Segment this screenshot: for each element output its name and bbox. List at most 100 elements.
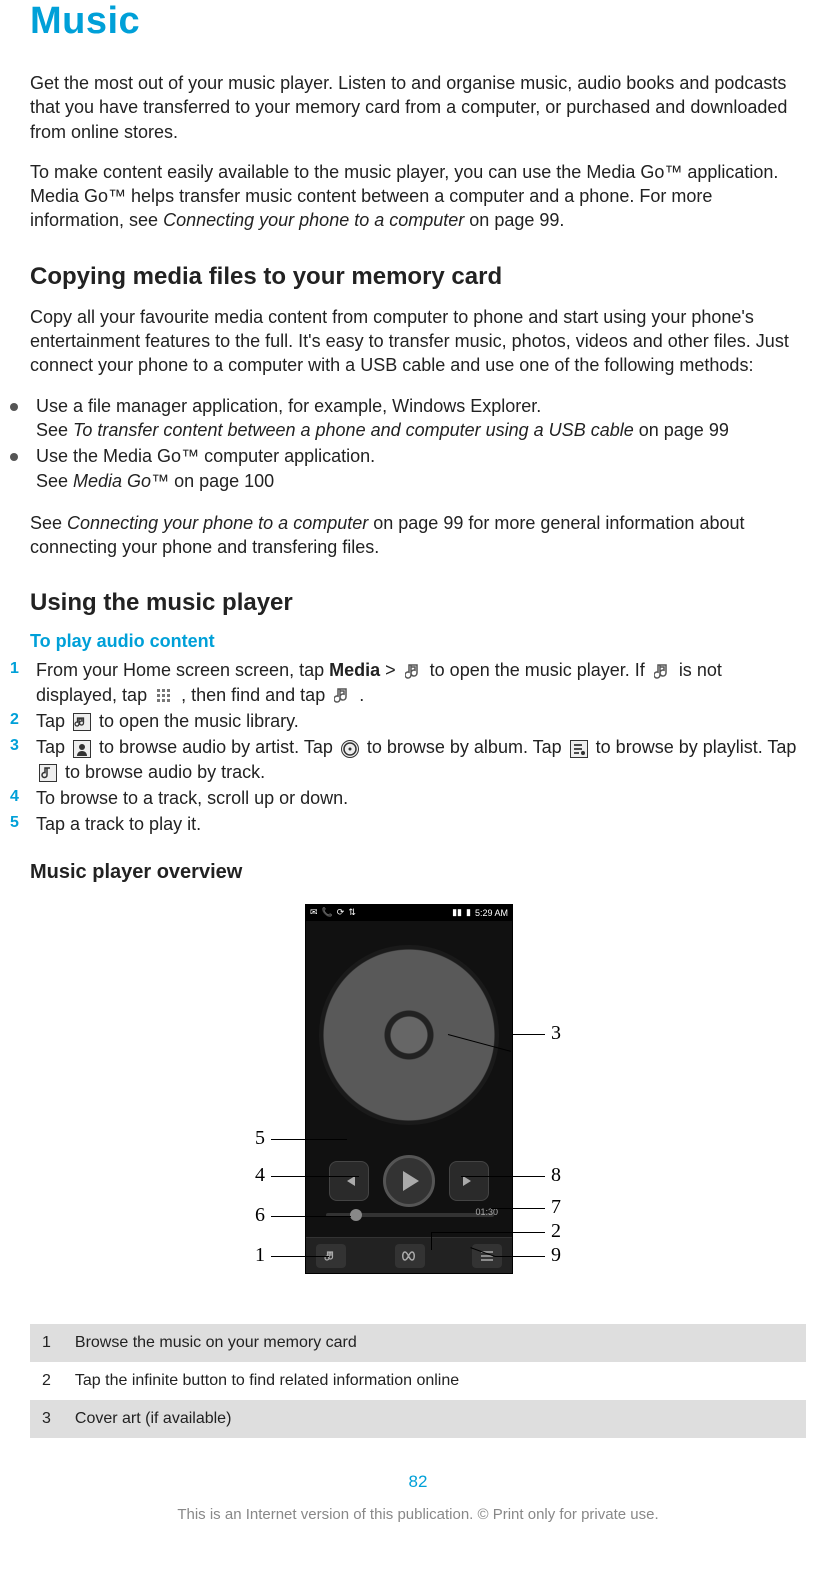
bullet-1-reference: To transfer content between a phone and …: [73, 420, 634, 440]
music-note-icon: [332, 686, 352, 706]
play-audio-subheading: To play audio content: [30, 631, 806, 652]
step-4: 4 To browse to a track, scroll up or dow…: [10, 786, 806, 810]
step-1-e: , then find and tap: [181, 685, 330, 705]
callout-line: [491, 1208, 545, 1209]
after-text-a: See: [30, 513, 67, 533]
step-1-a: From your Home screen screen, tap: [36, 660, 329, 680]
cover-art-disc: [319, 945, 499, 1125]
legend-num-3: 3: [30, 1400, 63, 1438]
bullet-1-line2a: See: [36, 420, 73, 440]
after-reference: Connecting your phone to a computer: [67, 513, 368, 533]
bottom-bar: [306, 1237, 512, 1273]
progress-bar: [326, 1213, 494, 1217]
artist-icon: [72, 739, 92, 759]
step-1: 1 From your Home screen screen, tap Medi…: [10, 658, 806, 707]
page-number: 82: [30, 1472, 806, 1492]
step-marker-2: 2: [10, 709, 28, 729]
phone-screen: ✉ 📞 ⟳ ⇅ ▮▮ ▮ 5:29 AM: [305, 904, 513, 1274]
callout-line: [513, 1034, 545, 1035]
music-player-diagram: ✉ 📞 ⟳ ⇅ ▮▮ ▮ 5:29 AM: [30, 904, 806, 1304]
play-button: [383, 1155, 435, 1207]
callout-label-7: 7: [551, 1196, 561, 1219]
legend-num-2: 2: [30, 1362, 63, 1400]
step-marker-5: 5: [10, 812, 28, 832]
bullet-item-2: Use the Media Go™ computer application. …: [10, 444, 806, 493]
step-5: 5 Tap a track to play it.: [10, 812, 806, 836]
music-note-icon: [652, 662, 672, 682]
callout-line: [271, 1256, 329, 1257]
step-4-text: To browse to a track, scroll up or down.: [36, 786, 806, 810]
legend-text-2: Tap the infinite button to find related …: [63, 1362, 806, 1400]
intro-p2-text-b: on page 99.: [469, 210, 564, 230]
track-icon: [38, 763, 58, 783]
status-call-icon: 📞: [322, 907, 333, 918]
legend-row-1: 1 Browse the music on your memory card: [30, 1324, 806, 1362]
bullet-item-1: Use a file manager application, for exam…: [10, 394, 806, 443]
section-using-heading: Using the music player: [30, 589, 806, 617]
intro-paragraph-2: To make content easily available to the …: [30, 160, 806, 233]
step-marker-1: 1: [10, 658, 28, 678]
step-2-a: Tap: [36, 711, 70, 731]
callout-line: [431, 1232, 432, 1250]
status-signal-icon: ▮▮: [452, 907, 462, 918]
playback-controls: [306, 1155, 512, 1207]
step-1-b: >: [385, 660, 401, 680]
music-note-icon: [403, 662, 423, 682]
page-content: Music Get the most out of your music pla…: [30, 0, 806, 1543]
step-3-c: to browse by album. Tap: [367, 737, 567, 757]
callout-line: [271, 1176, 359, 1177]
intro-p2-reference: Connecting your phone to a computer: [163, 210, 464, 230]
bullet-2-line2a: See: [36, 471, 73, 491]
album-icon: [340, 739, 360, 759]
step-3-e: to browse audio by track.: [65, 762, 265, 782]
step-3-b: to browse audio by artist. Tap: [99, 737, 338, 757]
step-marker-3: 3: [10, 735, 28, 755]
step-1-f: .: [359, 685, 364, 705]
section-copying-heading: Copying media files to your memory card: [30, 263, 806, 291]
callout-label-2: 2: [551, 1220, 561, 1243]
callout-label-6: 6: [255, 1204, 265, 1227]
callout-line: [461, 1176, 545, 1177]
library-icon: [72, 712, 92, 732]
status-time: 5:29 AM: [475, 908, 508, 918]
step-3: 3 Tap to browse audio by artist. Tap to …: [10, 735, 806, 784]
bullet-dot-icon: [10, 453, 18, 461]
legend-row-3: 3 Cover art (if available): [30, 1400, 806, 1438]
callout-label-3: 3: [551, 1022, 561, 1045]
section-copying-after: See Connecting your phone to a computer …: [30, 511, 806, 560]
step-3-a: Tap: [36, 737, 70, 757]
bullet-2-text: Use the Media Go™ computer application. …: [36, 444, 375, 493]
bullet-dot-icon: [10, 403, 18, 411]
callout-line: [431, 1232, 545, 1233]
bullet-2-line1: Use the Media Go™ computer application.: [36, 446, 375, 466]
legend-text-1: Browse the music on your memory card: [63, 1324, 806, 1362]
legend-num-1: 1: [30, 1324, 63, 1362]
overview-heading: Music player overview: [30, 861, 806, 884]
playlist-icon: [569, 739, 589, 759]
step-5-text: Tap a track to play it.: [36, 812, 806, 836]
step-1-c: to open the music player. If: [430, 660, 650, 680]
callout-line: [495, 1256, 545, 1257]
status-battery-icon: ▮: [466, 907, 471, 918]
step-1-text: From your Home screen screen, tap Media …: [36, 658, 806, 707]
step-2-text: Tap to open the music library.: [36, 709, 806, 733]
footer-note: This is an Internet version of this publ…: [30, 1506, 806, 1543]
play-icon: [403, 1171, 419, 1191]
status-sync-icon: ⟳: [337, 907, 345, 918]
step-2: 2 Tap to open the music library.: [10, 709, 806, 733]
section-copying-paragraph: Copy all your favourite media content fr…: [30, 305, 806, 378]
bullet-1-line1: Use a file manager application, for exam…: [36, 396, 541, 416]
app-grid-icon: [154, 686, 174, 706]
legend-text-3: Cover art (if available): [63, 1400, 806, 1438]
bullet-2-line2b: on page 100: [174, 471, 274, 491]
legend-table: 1 Browse the music on your memory card 2…: [30, 1324, 806, 1438]
callout-label-4: 4: [255, 1164, 265, 1187]
callout-label-5: 5: [255, 1127, 265, 1150]
progress-knob: [350, 1209, 362, 1221]
previous-button: [329, 1161, 369, 1201]
callout-label-8: 8: [551, 1164, 561, 1187]
step-1-media-bold: Media: [329, 660, 380, 680]
callout-line: [271, 1216, 351, 1217]
page-title: Music: [30, 0, 806, 43]
step-3-text: Tap to browse audio by artist. Tap to br…: [36, 735, 806, 784]
